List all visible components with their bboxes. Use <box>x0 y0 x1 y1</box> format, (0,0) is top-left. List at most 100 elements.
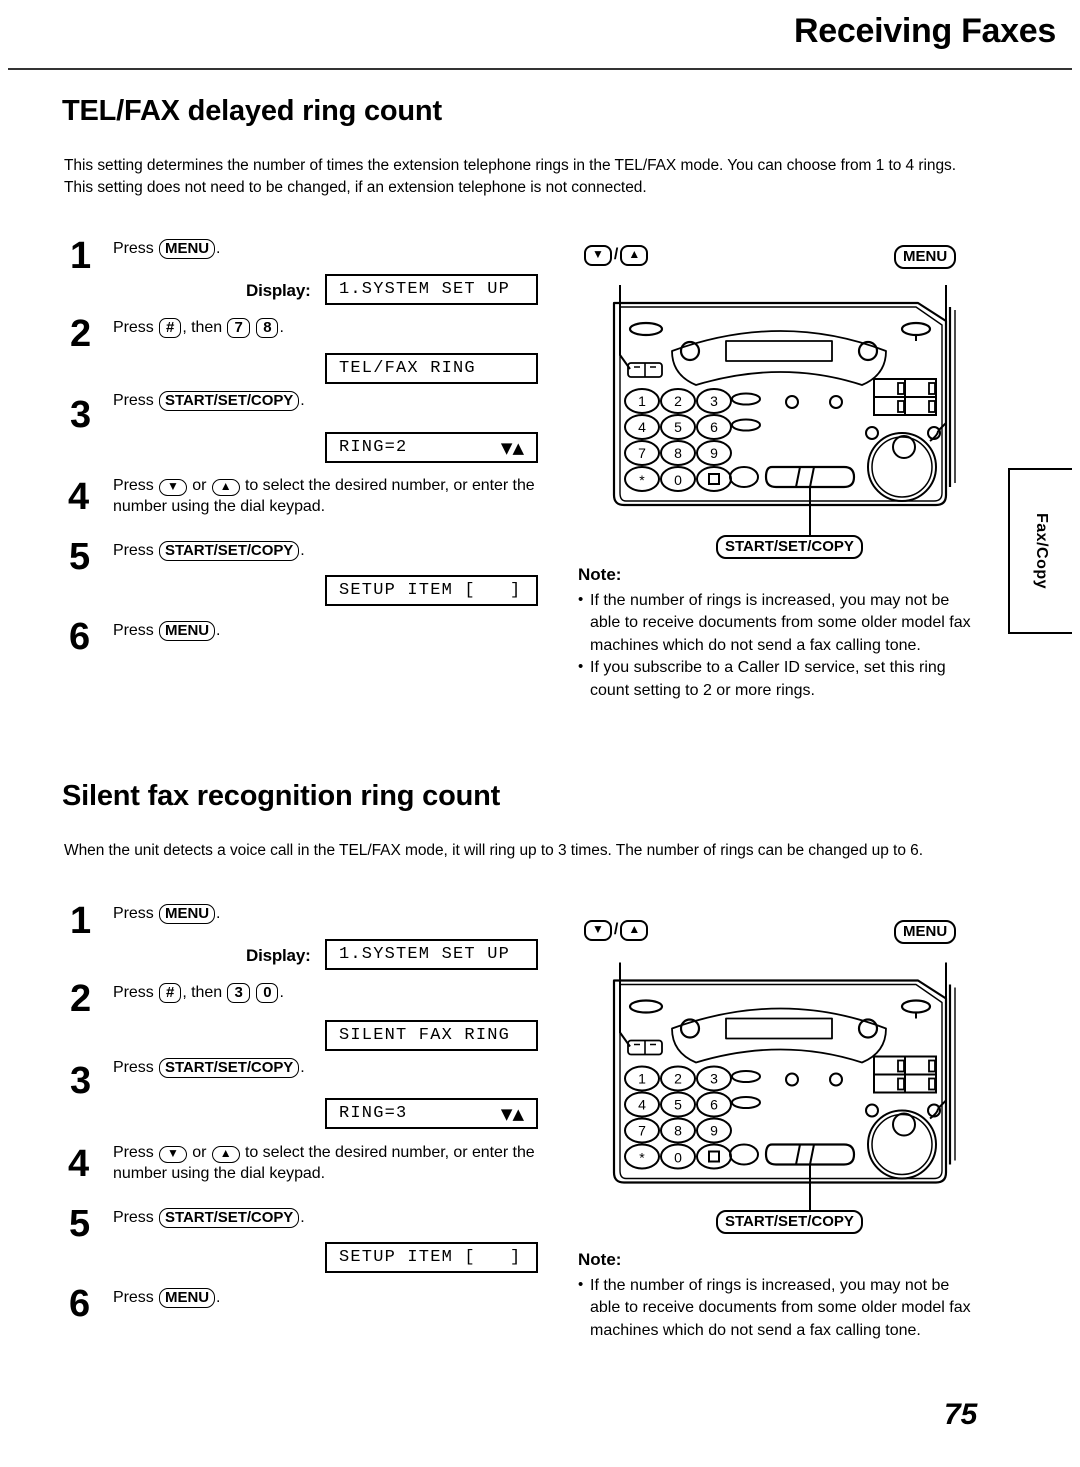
lcd-text: RING=3 <box>339 1104 408 1123</box>
svg-text:1: 1 <box>638 1071 646 1087</box>
manual-page: Receiving Faxes Fax/Copy TEL/FAX delayed… <box>0 0 1080 1467</box>
callout-start-set-copy-key[interactable]: START/SET/COPY <box>716 535 863 560</box>
menu-key[interactable]: MENU <box>159 239 216 260</box>
menu-key[interactable]: MENU <box>159 621 216 642</box>
lcd-display: RING=2 ▼▲ <box>325 432 538 463</box>
step-3-text: Press START/SET/COPY. <box>113 1057 553 1079</box>
svg-text:8: 8 <box>674 445 682 461</box>
step-number: 1 <box>70 900 92 942</box>
svg-text:0: 0 <box>674 1150 682 1166</box>
step-text-prefix: Press <box>113 542 159 559</box>
section-1-intro: This setting determines the number of ti… <box>64 157 956 196</box>
step-text-prefix: Press <box>113 905 159 922</box>
step-text-mid: or <box>187 477 211 494</box>
step-text-suffix: . <box>216 1289 221 1306</box>
step-text-suffix: . <box>300 1209 305 1226</box>
step-text-prefix: Press <box>113 1289 159 1306</box>
page-number: 75 <box>944 1398 978 1431</box>
down-arrow-key[interactable]: ▼ <box>159 479 187 496</box>
svg-text:1: 1 <box>638 393 646 409</box>
digit-key-0[interactable]: 0 <box>256 983 279 1004</box>
menu-key[interactable]: MENU <box>159 1288 216 1309</box>
step-text-suffix: . <box>216 622 221 639</box>
step-number: 2 <box>70 978 92 1020</box>
svg-text:5: 5 <box>674 1097 682 1113</box>
side-tab-fax-copy: Fax/Copy <box>1008 468 1072 634</box>
step-text-prefix: Press <box>113 1209 159 1226</box>
step-number: 2 <box>70 313 92 355</box>
note-title: Note: <box>578 565 622 584</box>
svg-text:7: 7 <box>638 1123 646 1139</box>
hash-key[interactable]: # <box>159 318 182 339</box>
lcd-text: SILENT FAX RING <box>339 1026 511 1045</box>
digit-key-3[interactable]: 3 <box>227 983 250 1004</box>
down-arrow-icon[interactable]: ▼ <box>584 920 612 941</box>
callout-up-down-keys: ▼ / ▲ <box>584 245 649 266</box>
down-arrow-key[interactable]: ▼ <box>159 1146 187 1163</box>
callout-menu-key[interactable]: MENU <box>894 920 957 945</box>
callout-menu-key[interactable]: MENU <box>894 245 957 270</box>
fax-machine-drawing: 1 2 3 4 5 6 7 8 9 * 0 <box>612 285 956 537</box>
callout-separator: / <box>613 246 619 264</box>
step-number: 6 <box>69 1283 91 1325</box>
step-text-suffix: . <box>279 984 284 1001</box>
lcd-display: RING=3 ▼▲ <box>325 1098 538 1129</box>
step-number: 5 <box>69 536 91 578</box>
step-2-text: Press #, then 3 0. <box>113 982 533 1004</box>
step-text-prefix: Press <box>113 319 159 336</box>
up-arrow-key[interactable]: ▲ <box>211 1146 240 1163</box>
svg-text:6: 6 <box>710 419 718 435</box>
lcd-text: SETUP ITEM [ ] <box>339 1248 522 1267</box>
svg-text:3: 3 <box>710 393 718 409</box>
step-number: 4 <box>68 1143 90 1185</box>
section-2-intro: When the unit detects a voice call in th… <box>64 842 923 859</box>
up-arrow-key[interactable]: ▲ <box>211 479 240 496</box>
hash-key[interactable]: # <box>159 983 182 1004</box>
lcd-arrows: ▼▲ <box>500 438 524 457</box>
note-item: If you subscribe to a Caller ID service,… <box>578 656 978 702</box>
lcd-text: TEL/FAX RING <box>339 359 476 378</box>
svg-text:2: 2 <box>674 1071 682 1087</box>
step-text-mid: , then <box>182 984 227 1001</box>
step-4-text: Press ▼ or ▲ to select the desired numbe… <box>113 1142 548 1184</box>
digit-key-7[interactable]: 7 <box>227 318 250 339</box>
step-3-text: Press START/SET/COPY. <box>113 390 553 412</box>
svg-text:7: 7 <box>638 445 646 461</box>
display-label: Display: <box>246 946 311 965</box>
side-tab-label: Fax/Copy <box>1033 512 1050 589</box>
step-text-suffix: . <box>300 392 305 409</box>
note-title: Note: <box>578 1250 622 1269</box>
step-number: 3 <box>70 1060 92 1102</box>
up-arrow-icon[interactable]: ▲ <box>620 245 649 266</box>
digit-key-8[interactable]: 8 <box>256 318 279 339</box>
step-2-text: Press #, then 7 8. <box>113 317 533 339</box>
start-set-copy-key[interactable]: START/SET/COPY <box>159 1208 300 1229</box>
step-text-prefix: Press <box>113 984 159 1001</box>
display-label: Display: <box>246 281 311 300</box>
menu-key[interactable]: MENU <box>159 904 216 925</box>
step-5-text: Press START/SET/COPY. <box>113 540 553 562</box>
start-set-copy-key[interactable]: START/SET/COPY <box>159 1058 300 1079</box>
step-text-prefix: Press <box>113 477 159 494</box>
up-arrow-icon[interactable]: ▲ <box>620 920 649 941</box>
note-item: If the number of rings is increased, you… <box>578 1274 978 1342</box>
header-divider <box>8 68 1072 70</box>
svg-text:6: 6 <box>710 1097 718 1113</box>
step-number: 3 <box>70 394 92 436</box>
lcd-display: 1.SYSTEM SET UP <box>325 274 538 305</box>
down-arrow-icon[interactable]: ▼ <box>584 245 612 266</box>
lcd-display: 1.SYSTEM SET UP <box>325 939 538 970</box>
start-set-copy-key[interactable]: START/SET/COPY <box>159 541 300 562</box>
step-1-text: Press MENU. <box>113 238 533 260</box>
callout-start-set-copy-key[interactable]: START/SET/COPY <box>716 1210 863 1235</box>
step-text-mid: or <box>187 1144 211 1161</box>
note-item: If the number of rings is increased, you… <box>578 589 978 657</box>
step-number: 5 <box>69 1203 91 1245</box>
start-set-copy-key[interactable]: START/SET/COPY <box>159 391 300 412</box>
lcd-display: SILENT FAX RING <box>325 1020 538 1051</box>
callout-up-down-keys: ▼ / ▲ <box>584 920 649 941</box>
lcd-text: RING=2 <box>339 438 408 457</box>
note-list: If the number of rings is increased, you… <box>578 1274 978 1342</box>
lcd-text: SETUP ITEM [ ] <box>339 581 522 600</box>
step-text-prefix: Press <box>113 392 159 409</box>
